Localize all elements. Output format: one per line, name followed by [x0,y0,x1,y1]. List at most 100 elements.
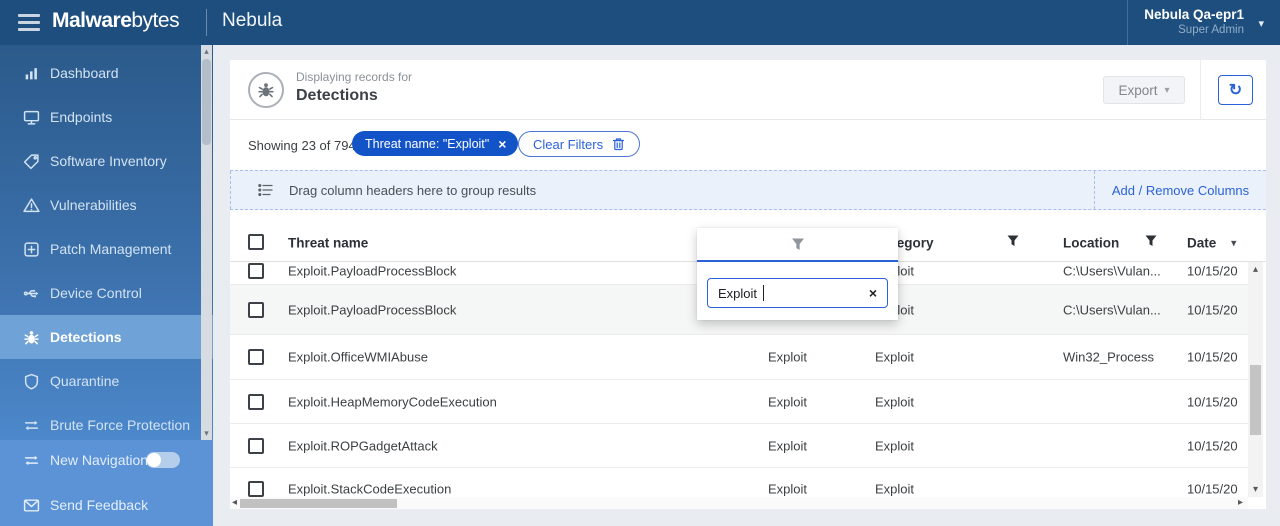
user-role: Super Admin [1178,24,1244,36]
patch-plus-icon [22,240,40,258]
bug-icon [22,328,40,346]
product-name: Nebula [222,10,283,31]
date-sort-caret-icon: ▾ [1231,237,1237,250]
sidebar-item-label: Detections [50,329,122,345]
swap-arrows-icon [22,416,40,434]
type-cell: Exploit [768,438,808,453]
group-bar: Drag column headers here to group result… [230,170,1266,210]
hamburger-menu-icon[interactable] [18,14,40,31]
scroll-up-icon[interactable]: ▴ [1248,264,1263,275]
sidebar-item-detections[interactable]: Detections [0,315,213,359]
sidebar-item-send-feedback[interactable]: Send Feedback [0,483,213,526]
tag-icon [22,152,40,170]
threat-name-link[interactable]: Exploit.StackCodeExecution [288,482,451,497]
row-checkbox[interactable] [248,263,264,279]
brand-divider [206,9,207,36]
table-horizontal-scrollbar[interactable]: ◂ ▸ [230,497,1266,509]
row-checkbox[interactable] [248,301,264,318]
filter-editor-cell[interactable] [697,228,898,262]
page-title: Detections [296,87,378,104]
export-button[interactable]: Export ▾ [1103,76,1185,104]
brand-light: bytes [131,9,180,32]
table-row[interactable]: Exploit.OfficeWMIAbuse Exploit Exploit W… [230,335,1248,380]
row-checkbox[interactable] [248,481,264,497]
filter-clear-icon[interactable]: × [869,285,877,301]
threat-name-link[interactable]: Exploit.ROPGadgetAttack [288,438,438,453]
sidebar-item-new-navigation[interactable]: New Navigation [0,440,213,482]
sidebar-footer: New Navigation Send Feedback [0,440,213,526]
showing-count-text: Showing 23 of 794. [248,138,360,153]
filter-input[interactable] [707,278,888,308]
sidebar: Dashboard Endpoints Software Inventory V… [0,45,213,526]
category-cell: Exploit [875,349,915,365]
sidebar-item-patch-management[interactable]: Patch Management [0,227,213,271]
sidebar-item-brute-force-protection[interactable]: Brute Force Protection [0,403,213,440]
category-filter-icon[interactable] [1007,234,1019,252]
sidebar-item-label: Dashboard [50,65,119,81]
new-navigation-toggle[interactable] [146,452,180,468]
brand-bold: Malware [52,9,132,32]
user-menu[interactable]: Nebula Qa-epr1 Super Admin [1144,6,1244,37]
select-all-checkbox[interactable] [248,234,264,250]
sidebar-item-label: Send Feedback [50,497,149,513]
sidebar-item-label: Patch Management [50,241,172,257]
date-cell: 10/15/20 [1187,263,1238,279]
scroll-down-icon[interactable]: ▾ [201,428,212,439]
detections-bug-icon [248,72,284,108]
sidebar-item-software-inventory[interactable]: Software Inventory [0,139,213,183]
add-remove-columns-link[interactable]: Add / Remove Columns [1112,183,1249,198]
scroll-right-icon[interactable]: ▸ [1238,497,1243,509]
vertical-scrollbar-thumb[interactable] [1250,365,1261,435]
table-vertical-scrollbar[interactable]: ▴ ▾ [1248,262,1263,497]
sidebar-scrollbar[interactable]: ▴ ▾ [201,45,212,440]
chip-close-icon[interactable]: × [498,137,506,151]
malwarebytes-logo: Malwarebytes [52,9,180,33]
usb-icon [22,284,40,302]
column-header-location[interactable]: Location [1063,236,1119,251]
sidebar-item-endpoints[interactable]: Endpoints [0,95,213,139]
shield-icon [22,372,40,390]
scroll-down-icon[interactable]: ▾ [1248,484,1263,495]
column-filter-popup: × [697,228,898,320]
horizontal-scrollbar-thumb[interactable] [240,499,397,508]
swap-arrows-icon [22,451,40,469]
card-header: Displaying records for Detections Export… [230,60,1266,120]
scrollbar-corner [1248,497,1266,509]
filter-chip[interactable]: Threat name: "Exploit" × [352,131,519,156]
row-checkbox[interactable] [248,437,264,454]
refresh-icon: ↻ [1228,82,1243,99]
threat-name-link[interactable]: Exploit.PayloadProcessBlock [288,302,456,317]
table-row[interactable]: Exploit.StackCodeExecution Exploit Explo… [230,468,1248,497]
column-header-date[interactable]: Date [1187,236,1216,251]
scroll-left-icon[interactable]: ◂ [232,497,237,509]
row-checkbox[interactable] [248,349,264,365]
row-checkbox[interactable] [248,393,264,410]
group-drop-zone[interactable]: Drag column headers here to group result… [230,171,1094,209]
filter-chip-label: Threat name: "Exploit" [365,136,490,151]
sidebar-item-dashboard[interactable]: Dashboard [0,51,213,95]
top-bar: Malwarebytes Nebula Nebula Qa-epr1 Super… [0,0,1280,45]
clear-filters-button[interactable]: Clear Filters [518,131,641,157]
table-row[interactable]: Exploit.HeapMemoryCodeExecution Exploit … [230,380,1248,424]
add-remove-columns-cell: Add / Remove Columns [1094,171,1266,209]
sidebar-item-label: Vulnerabilities [50,197,137,213]
endpoints-icon [22,108,40,126]
sidebar-scrollbar-thumb[interactable] [202,59,211,145]
date-cell: 10/15/20 [1187,394,1238,409]
sidebar-item-vulnerabilities[interactable]: Vulnerabilities [0,183,213,227]
threat-name-link[interactable]: Exploit.OfficeWMIAbuse [288,350,428,365]
category-cell: Exploit [875,481,915,497]
user-name: Nebula Qa-epr1 [1144,7,1244,22]
threat-name-link[interactable]: Exploit.HeapMemoryCodeExecution [288,394,497,409]
threat-name-link[interactable]: Exploit.PayloadProcessBlock [288,264,456,279]
refresh-button[interactable]: ↻ [1218,75,1253,105]
group-bar-text: Drag column headers here to group result… [289,183,537,198]
user-menu-caret-icon[interactable]: ▾ [1258,17,1264,30]
scroll-up-icon[interactable]: ▴ [201,46,212,57]
sidebar-item-device-control[interactable]: Device Control [0,271,213,315]
sidebar-item-quarantine[interactable]: Quarantine [0,359,213,403]
location-filter-icon[interactable] [1145,234,1157,252]
column-header-threat-name[interactable]: Threat name [288,236,368,251]
table-row[interactable]: Exploit.ROPGadgetAttack Exploit Exploit … [230,424,1248,468]
warning-icon [22,196,40,214]
